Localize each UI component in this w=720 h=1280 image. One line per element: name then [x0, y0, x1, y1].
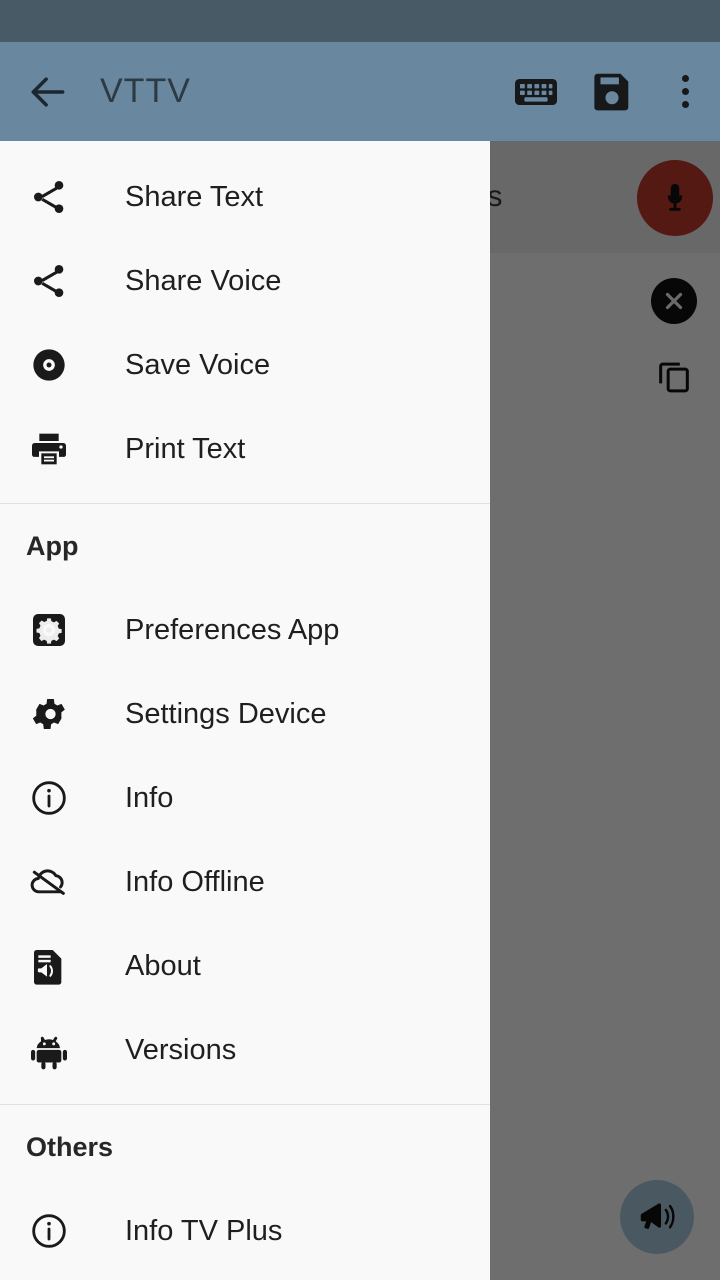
drawer-item-info-tv-plus[interactable]: Info TV Plus	[0, 1189, 490, 1273]
copy-text-button[interactable]	[651, 352, 697, 398]
drawer-item-label: About	[125, 949, 201, 982]
share-icon	[26, 258, 72, 304]
drawer-subheader-others: Others	[26, 1131, 114, 1162]
drawer-item-share-text[interactable]: Share Text	[0, 155, 490, 239]
printer-icon	[26, 426, 72, 472]
microphone-record-button[interactable]	[637, 160, 713, 236]
status-bar	[0, 0, 720, 42]
drawer-item-about[interactable]: About	[0, 924, 490, 1008]
gear-icon	[26, 691, 72, 737]
top-app-bar: VTTV	[0, 42, 720, 141]
drawer-item-preferences-app[interactable]: Preferences App	[0, 588, 490, 672]
drawer-section-others: Others Info TV Plus	[0, 1105, 490, 1273]
navigation-drawer: Share Text Share Voice Save Voice Print …	[0, 141, 490, 1280]
record-disc-icon	[26, 342, 72, 388]
drawer-item-share-voice[interactable]: Share Voice	[0, 239, 490, 323]
drawer-section-share: Share Text Share Voice Save Voice Print …	[0, 141, 490, 503]
drawer-item-label: Preferences App	[125, 613, 340, 646]
share-icon	[26, 174, 72, 220]
megaphone-speaker-icon	[636, 1196, 678, 1238]
more-vert-icon-dot2	[681, 88, 689, 95]
back-button[interactable]	[0, 42, 96, 141]
drawer-item-label: Share Text	[125, 180, 264, 213]
drawer-item-label: Share Voice	[125, 264, 282, 297]
drawer-item-label: Info	[125, 781, 174, 814]
drawer-section-app: App Preferences App Settings Device Info…	[0, 504, 490, 1104]
drawer-item-settings-device[interactable]: Settings Device	[0, 672, 490, 756]
floppy-disk-save-icon	[589, 69, 635, 115]
drawer-item-label: Settings Device	[125, 697, 327, 730]
arrow-back-icon	[26, 70, 70, 114]
drawer-item-save-voice[interactable]: Save Voice	[0, 323, 490, 407]
info-circle-icon	[26, 775, 72, 821]
drawer-item-label: Print Text	[125, 432, 246, 465]
overflow-menu-button[interactable]	[650, 42, 720, 141]
clear-text-button[interactable]	[651, 278, 697, 324]
text-to-speech-button[interactable]	[620, 1180, 694, 1254]
copy-icon	[654, 355, 694, 395]
drawer-item-label: Versions	[125, 1033, 237, 1066]
settings-applications-icon	[26, 607, 72, 653]
more-vert-icon	[681, 75, 689, 82]
drawer-item-info-offline[interactable]: Info Offline	[0, 840, 490, 924]
release-notes-icon	[26, 943, 72, 989]
more-vert-icon-dot3	[681, 101, 689, 108]
keyboard-icon	[512, 68, 560, 116]
close-circle-icon	[661, 288, 687, 314]
microphone-icon	[658, 181, 692, 215]
save-button[interactable]	[574, 42, 650, 141]
page-title: VTTV	[100, 72, 191, 110]
drawer-item-label: Save Voice	[125, 348, 271, 381]
app-screen: Cap Res	[0, 0, 720, 1280]
cloud-off-icon	[26, 859, 72, 905]
keyboard-button[interactable]	[498, 42, 574, 141]
android-robot-icon	[26, 1027, 72, 1073]
drawer-subheader-app: App	[26, 530, 79, 561]
drawer-item-label: Info TV Plus	[125, 1214, 283, 1247]
info-circle-icon	[26, 1208, 72, 1254]
drawer-item-versions[interactable]: Versions	[0, 1008, 490, 1092]
drawer-item-label: Info Offline	[125, 865, 265, 898]
drawer-item-print-text[interactable]: Print Text	[0, 407, 490, 491]
drawer-item-info[interactable]: Info	[0, 756, 490, 840]
